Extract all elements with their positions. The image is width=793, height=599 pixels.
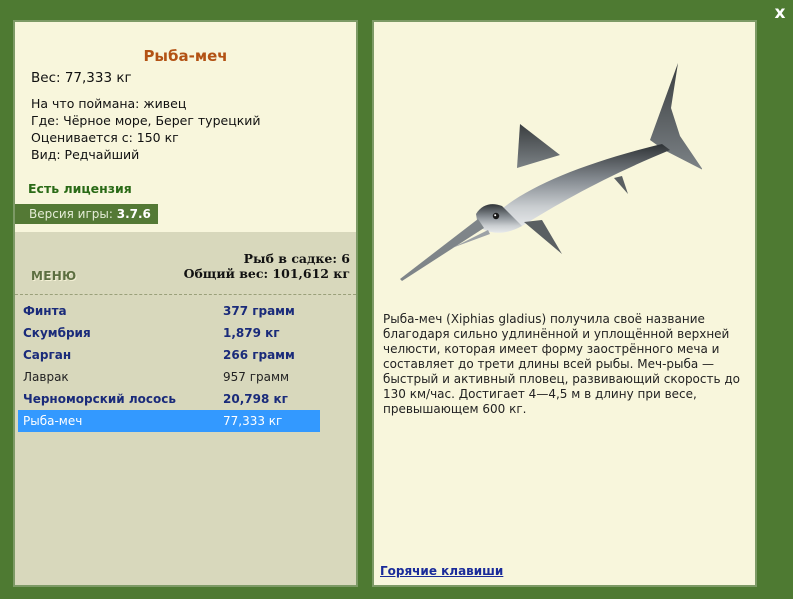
keepnet-count: Рыб в садке: 6	[243, 251, 350, 266]
catch-list-row[interactable]: Сарган 266 грамм	[18, 344, 320, 366]
location-text: Где: Чёрное море, Берег турецкий	[31, 113, 261, 128]
catch-fish-weight: 20,798 кг	[223, 392, 288, 406]
version-label: Версия игры:	[29, 207, 117, 221]
hotkeys-link[interactable]: Горячие клавиши	[380, 564, 503, 578]
menu-button[interactable]: МЕНЮ	[31, 269, 76, 283]
rarity-text: Вид: Редчайший	[31, 147, 140, 162]
valued-from-text: Оценивается с: 150 кг	[31, 130, 179, 145]
close-icon[interactable]: x	[775, 3, 786, 23]
catch-list-row[interactable]: Скумбрия 1,879 кг	[18, 322, 320, 344]
catch-fish-weight: 77,333 кг	[223, 414, 283, 428]
catch-fish-name: Лаврак	[23, 370, 69, 384]
catch-fish-name: Скумбрия	[23, 326, 91, 340]
divider	[15, 294, 356, 295]
catch-list: Финта 377 грамм Скумбрия 1,879 кг Сарган 266 …	[18, 300, 320, 432]
fish-description: Рыба-меч (Xiphias gladius) получила своё…	[383, 312, 741, 416]
fish-details: На что поймана: живец Где: Чёрное море, …	[31, 95, 261, 163]
catch-list-row[interactable]: Рыба-меч 77,333 кг	[18, 410, 320, 432]
catch-fish-weight: 1,879 кг	[223, 326, 280, 340]
catch-fish-name: Финта	[23, 304, 67, 318]
keepnet-stats: Рыб в садке: 6 Общий вес: 101,612 кг	[184, 251, 350, 281]
keepnet-total-weight: Общий вес: 101,612 кг	[183, 266, 350, 281]
catch-fish-weight: 957 грамм	[223, 370, 290, 384]
fish-title: Рыба-меч	[143, 47, 228, 65]
license-status: Есть лицензия	[28, 181, 132, 196]
catch-fish-name: Сарган	[23, 348, 72, 362]
close-button[interactable]: x	[771, 4, 789, 22]
catch-list-row[interactable]: Финта 377 грамм	[18, 300, 320, 322]
caught-on-text: На что поймана: живец	[31, 96, 187, 111]
catch-fish-weight: 377 грамм	[223, 304, 295, 318]
version-value: 3.7.6	[116, 207, 151, 221]
fish-weight: Вес: 77,333 кг	[31, 70, 132, 86]
catch-list-row[interactable]: Черноморский лосось 20,798 кг	[18, 388, 320, 410]
catch-list-row[interactable]: Лаврак 957 грамм	[18, 366, 320, 388]
version-bar: Версия игры: 3.7.6	[15, 204, 158, 224]
swordfish-image	[400, 63, 702, 281]
catch-section: МЕНЮ Рыб в садке: 6 Общий вес: 101,612 к…	[15, 232, 356, 585]
catch-fish-name: Рыба-меч	[23, 414, 83, 428]
fish-info-panel: Рыба-меч Вес: 77,333 кг На что поймана: …	[13, 20, 358, 587]
catch-fish-name: Черноморский лосось	[23, 392, 176, 406]
fish-description-panel: Рыба-меч (Xiphias gladius) получила своё…	[372, 20, 757, 587]
catch-fish-weight: 266 грамм	[223, 348, 295, 362]
